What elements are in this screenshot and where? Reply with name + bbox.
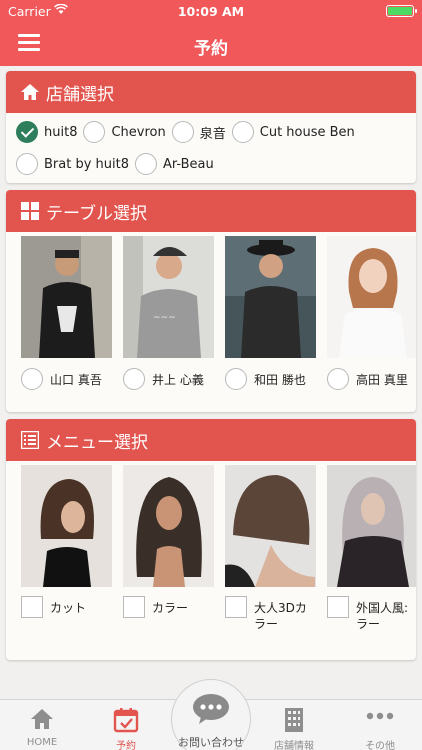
store-option-ar-beau[interactable]: Ar-Beau xyxy=(135,153,214,175)
tab-other[interactable]: その他 xyxy=(338,700,422,750)
status-bar: Carrier 10:09 AM xyxy=(0,0,422,22)
menu-card[interactable]: 大人3Dカラー xyxy=(225,465,316,632)
svg-text:~~~: ~~~ xyxy=(153,313,176,323)
checkbox[interactable] xyxy=(21,596,43,618)
stylist-card[interactable]: 山口 真吾 xyxy=(21,236,112,390)
menu-label: 外国人風:ラー xyxy=(356,601,409,631)
clock: 10:09 AM xyxy=(177,4,245,19)
tab-contact[interactable]: お問い合わせ xyxy=(166,679,256,750)
store-label: Cut house Ben xyxy=(259,124,355,140)
radio-checked[interactable] xyxy=(16,121,38,143)
store-option-huit8[interactable]: huit8 xyxy=(16,121,77,143)
radio[interactable] xyxy=(327,368,349,390)
stylist-name: 山口 真吾 xyxy=(50,372,102,387)
menu-card[interactable]: カット xyxy=(21,465,112,632)
menu-label: カラー xyxy=(152,601,189,615)
list-icon xyxy=(20,430,40,450)
store-option-cut-house-ben[interactable]: Cut house Ben xyxy=(231,121,355,143)
menu-select-title: メニュー選択 xyxy=(46,432,148,453)
battery-icon xyxy=(386,5,417,17)
menu-grid: カット カラー 大人3Dカラー 外国人風:ラー xyxy=(6,465,416,632)
stylist-photo[interactable] xyxy=(225,236,316,358)
store-option-chevron[interactable]: Chevron xyxy=(83,121,166,143)
home-icon xyxy=(20,82,40,102)
menu-label: 大人3Dカラー xyxy=(254,601,307,631)
more-icon xyxy=(338,712,422,720)
radio[interactable] xyxy=(16,153,38,175)
menu-label: カット xyxy=(50,601,87,615)
menu-photo[interactable] xyxy=(327,465,416,587)
tab-home[interactable]: HOME xyxy=(0,700,84,750)
stylist-photo[interactable] xyxy=(327,236,416,358)
table-select-header: テーブル選択 xyxy=(6,190,416,232)
tab-contact-label: お問い合わせ xyxy=(178,736,244,749)
radio[interactable] xyxy=(135,153,157,175)
store-select-header: 店舗選択 xyxy=(6,71,416,113)
chat-bubble-icon xyxy=(166,693,256,725)
store-label: Brat by huit8 xyxy=(44,156,129,172)
stylist-photo[interactable] xyxy=(21,236,112,358)
page-title: 予約 xyxy=(194,39,228,59)
menu-card[interactable]: カラー xyxy=(123,465,214,632)
menu-photo[interactable] xyxy=(225,465,316,587)
table-select-card: テーブル選択 山口 真吾 ~~~ 井上 心義 和田 勝也 高田 真里 xyxy=(6,190,416,412)
store-select-title: 店舗選択 xyxy=(46,84,114,105)
nav-bar: 予約 xyxy=(0,22,422,66)
checkbox[interactable] xyxy=(225,596,247,618)
store-label: Ar-Beau xyxy=(163,156,214,172)
stylist-grid: 山口 真吾 ~~~ 井上 心義 和田 勝也 高田 真里 xyxy=(6,236,416,390)
store-label: huit8 xyxy=(44,124,78,140)
store-option-brat-by-huit8[interactable]: Brat by huit8 xyxy=(16,153,129,175)
stylist-card[interactable]: 高田 真里 xyxy=(327,236,416,390)
radio[interactable] xyxy=(231,121,254,143)
grid-icon xyxy=(20,201,40,221)
calendar-check-icon xyxy=(84,707,168,733)
table-select-title: テーブル選択 xyxy=(46,203,147,224)
building-icon xyxy=(252,707,336,733)
store-select-card: 店舗選択 huit8 Chevron 泉音 Cut house Ben Brat… xyxy=(6,71,416,183)
tab-store-info[interactable]: 店舗情報 xyxy=(252,700,336,750)
store-label: Chevron xyxy=(111,124,166,140)
menu-card[interactable]: 外国人風:ラー xyxy=(327,465,416,632)
tab-home-label: HOME xyxy=(26,737,58,748)
home-icon xyxy=(0,707,84,731)
radio[interactable] xyxy=(171,121,194,143)
checkbox[interactable] xyxy=(327,596,349,618)
stylist-name: 井上 心義 xyxy=(152,372,204,387)
radio[interactable] xyxy=(123,368,145,390)
tab-reserve[interactable]: 予約 xyxy=(84,700,168,750)
stylist-card[interactable]: 和田 勝也 xyxy=(225,236,316,390)
store-options: huit8 Chevron 泉音 Cut house Ben Brat by h… xyxy=(6,113,416,183)
tab-store-info-label: 店舗情報 xyxy=(274,741,314,750)
stylist-name: 和田 勝也 xyxy=(254,372,306,387)
stylist-photo[interactable]: ~~~ xyxy=(123,236,214,358)
radio[interactable] xyxy=(21,368,43,390)
radio[interactable] xyxy=(225,368,247,390)
tab-other-label: その他 xyxy=(365,741,395,750)
tab-reserve-label: 予約 xyxy=(116,741,136,750)
store-label: 泉音 xyxy=(199,126,226,142)
stylist-name: 高田 真里 xyxy=(356,372,408,387)
checkbox[interactable] xyxy=(123,596,145,618)
menu-select-card: メニュー選択 カット カラー 大人3Dカラー 外国人風:ラー xyxy=(6,419,416,660)
menu-select-header: メニュー選択 xyxy=(6,419,416,461)
store-option-izune[interactable]: 泉音 xyxy=(171,121,226,143)
menu-photo[interactable] xyxy=(21,465,112,587)
stylist-card[interactable]: ~~~ 井上 心義 xyxy=(123,236,214,390)
menu-photo[interactable] xyxy=(123,465,214,587)
radio[interactable] xyxy=(83,121,106,143)
